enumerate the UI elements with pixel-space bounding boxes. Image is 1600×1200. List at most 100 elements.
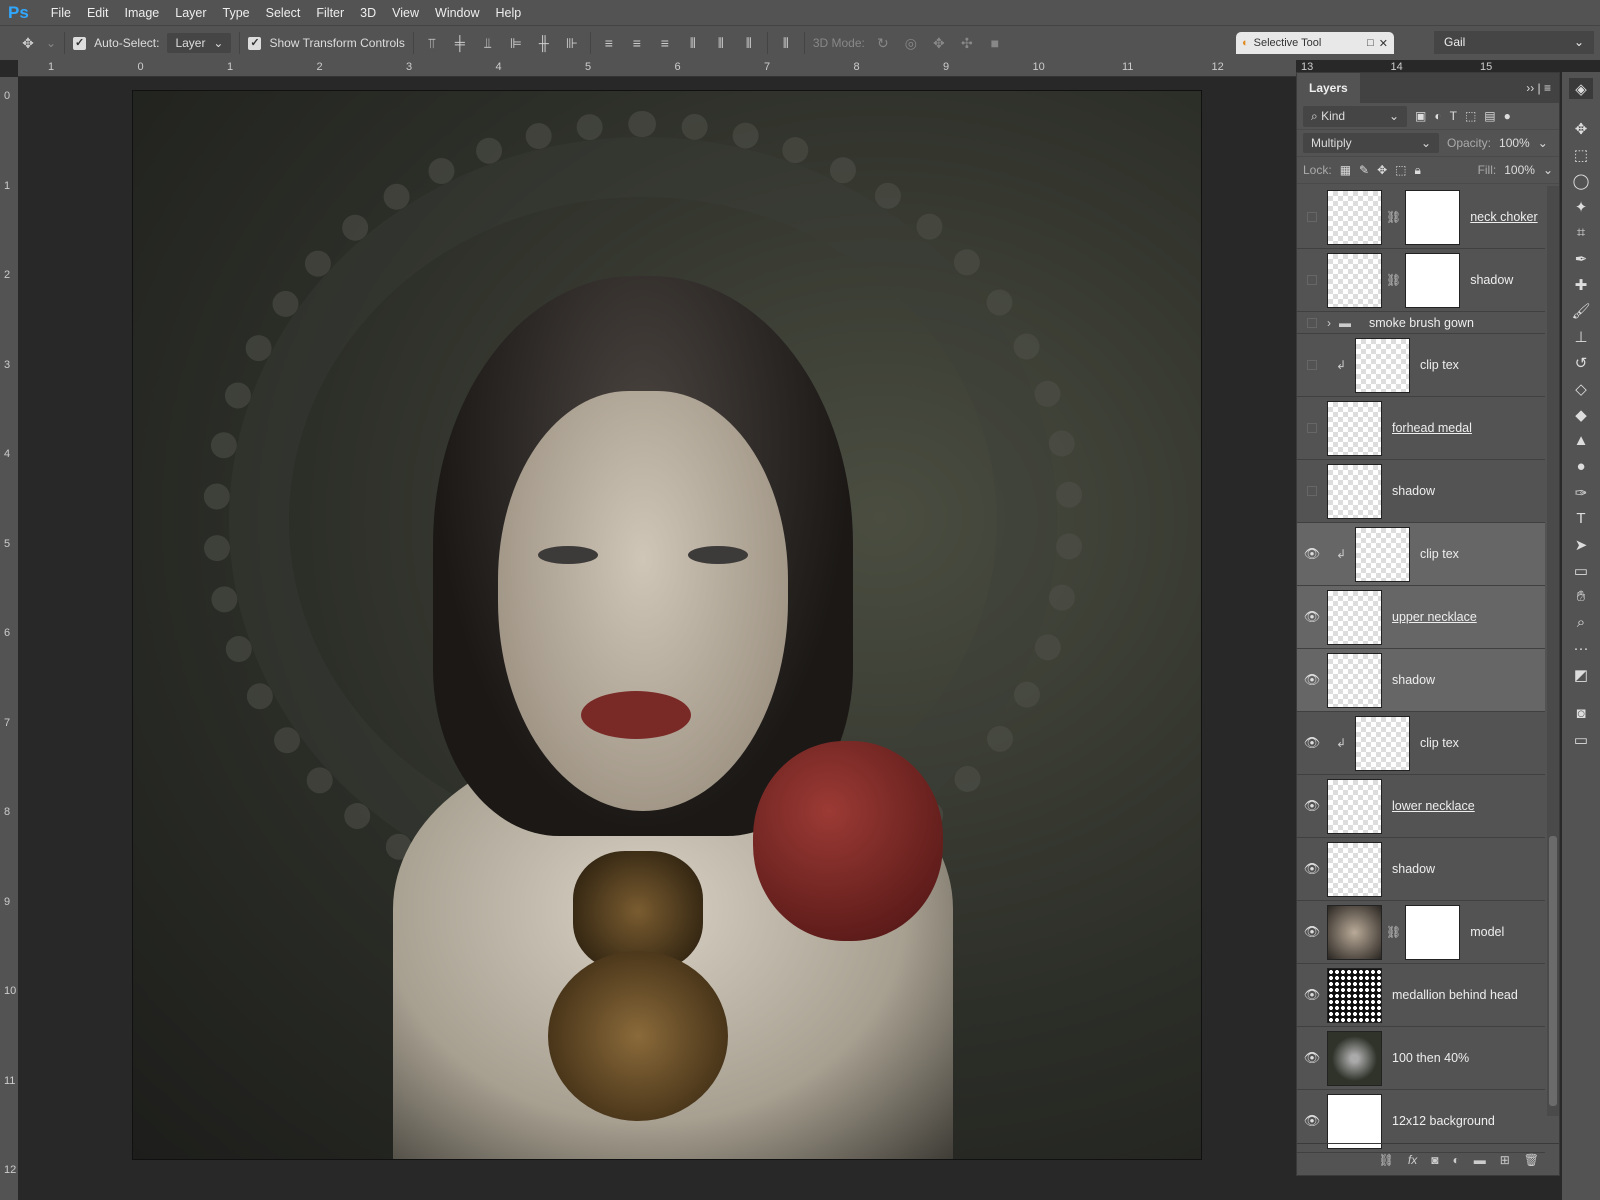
3d-rotate-icon[interactable]: ↻ bbox=[873, 35, 893, 52]
dodge-tool-icon[interactable]: ● bbox=[1576, 458, 1585, 479]
fill-field[interactable]: 100% bbox=[1504, 163, 1535, 177]
paint-bucket-icon[interactable]: ◆ bbox=[1575, 406, 1587, 427]
distribute-hcenter-icon[interactable]: ⫴ bbox=[711, 35, 731, 52]
filter-shape-icon[interactable]: ⬚ bbox=[1465, 109, 1476, 123]
align-left-icon[interactable]: ⊫ bbox=[506, 35, 526, 52]
visibility-eye-icon[interactable]: 👁︎ bbox=[1297, 1113, 1327, 1129]
visibility-eye-icon[interactable]: 👁︎ bbox=[1297, 987, 1327, 1003]
clone-stamp-icon[interactable]: ⊥ bbox=[1574, 328, 1587, 349]
menu-layer[interactable]: Layer bbox=[167, 6, 214, 20]
menu-window[interactable]: Window bbox=[427, 6, 487, 20]
brush-tool-icon[interactable]: 🖌︎ bbox=[1571, 302, 1590, 323]
visibility-eye-icon[interactable]: 👁︎ bbox=[1297, 546, 1327, 562]
filter-toggle[interactable]: ● bbox=[1504, 109, 1511, 123]
menu-help[interactable]: Help bbox=[488, 6, 530, 20]
visibility-toggle[interactable] bbox=[1307, 212, 1317, 222]
3d-scale-icon[interactable]: ■ bbox=[985, 35, 1005, 51]
healing-brush-icon[interactable]: ✚ bbox=[1575, 276, 1588, 297]
rectangle-tool-icon[interactable]: ▭ bbox=[1574, 562, 1588, 583]
filter-kind-dropdown[interactable]: ⌕ Kind ⌄ bbox=[1303, 105, 1407, 127]
menu-edit[interactable]: Edit bbox=[79, 6, 117, 20]
magic-wand-icon[interactable]: ✦ bbox=[1575, 198, 1588, 219]
layers-scrollbar[interactable] bbox=[1547, 186, 1559, 1116]
layer-row[interactable]: forhead medal bbox=[1297, 397, 1545, 460]
hand-tool-icon[interactable]: ✋︎ bbox=[1577, 588, 1586, 609]
expand-chevron-icon[interactable]: › bbox=[1327, 316, 1331, 330]
layer-mask-thumbnail[interactable] bbox=[1405, 189, 1461, 245]
visibility-eye-icon[interactable]: 👁︎ bbox=[1297, 861, 1327, 877]
screen-mode-icon[interactable]: ▭ bbox=[1574, 731, 1588, 752]
move-tool-icon[interactable]: ✥ bbox=[18, 35, 38, 52]
layer-row[interactable]: 👁︎ shadow bbox=[1297, 838, 1545, 901]
layer-row[interactable]: ⛓ neck choker bbox=[1297, 186, 1545, 249]
path-selection-icon[interactable]: ➤ bbox=[1575, 536, 1588, 557]
layer-row[interactable]: 👁︎ upper necklace bbox=[1297, 586, 1545, 649]
layer-row[interactable]: ⛓ shadow bbox=[1297, 249, 1545, 312]
crop-tool-icon[interactable]: ⌗ bbox=[1577, 224, 1585, 245]
auto-align-icon[interactable]: ⦀ bbox=[776, 35, 796, 52]
zoom-tool-icon[interactable]: ⌕ bbox=[1577, 614, 1585, 635]
layers-panel-icon[interactable]: ◈ bbox=[1569, 78, 1593, 99]
lock-all-icon[interactable]: 🔒︎ bbox=[1415, 163, 1421, 178]
new-layer-icon[interactable]: ⊞ bbox=[1500, 1153, 1510, 1167]
visibility-eye-icon[interactable]: 👁︎ bbox=[1297, 798, 1327, 814]
type-tool-icon[interactable]: T bbox=[1576, 510, 1585, 531]
menu-3d[interactable]: 3D bbox=[352, 6, 384, 20]
layer-row[interactable]: ↲ clip tex bbox=[1297, 334, 1545, 397]
visibility-eye-icon[interactable]: 👁︎ bbox=[1297, 672, 1327, 688]
lock-position-icon[interactable]: ✥ bbox=[1377, 163, 1387, 177]
align-vcenter-icon[interactable]: ╪ bbox=[450, 35, 470, 51]
layer-mask-thumbnail[interactable] bbox=[1405, 252, 1461, 308]
layers-tab[interactable]: Layers bbox=[1297, 73, 1360, 103]
3d-pan-icon[interactable]: ✥ bbox=[929, 35, 949, 52]
align-right-icon[interactable]: ⊪ bbox=[562, 35, 582, 52]
blend-mode-dropdown[interactable]: Multiply ⌄ bbox=[1303, 133, 1439, 153]
auto-select-checkbox[interactable]: ✓ bbox=[73, 36, 87, 50]
distribute-right-icon[interactable]: ⫴ bbox=[739, 35, 759, 52]
layer-row[interactable]: 👁︎ lower necklace bbox=[1297, 775, 1545, 838]
visibility-eye-icon[interactable]: 👁︎ bbox=[1297, 1050, 1327, 1066]
move-tool-icon[interactable]: ✥ bbox=[1575, 120, 1588, 141]
visibility-toggle[interactable] bbox=[1307, 317, 1317, 328]
marquee-tool-icon[interactable]: ⬚ bbox=[1574, 146, 1588, 167]
menu-image[interactable]: Image bbox=[117, 6, 168, 20]
fx-icon[interactable]: fx bbox=[1408, 1153, 1417, 1167]
more-tools-icon[interactable]: ··· bbox=[1574, 640, 1589, 661]
visibility-toggle[interactable] bbox=[1307, 423, 1317, 433]
visibility-eye-icon[interactable]: 👁︎ bbox=[1297, 735, 1327, 751]
lock-pixels-icon[interactable]: ✎ bbox=[1359, 163, 1369, 177]
panel-menu-icon[interactable]: ›› | ≡ bbox=[1526, 81, 1551, 95]
lock-artboard-icon[interactable]: ⬚ bbox=[1395, 163, 1406, 177]
layer-row[interactable]: 👁︎ ⛓ model bbox=[1297, 901, 1545, 964]
lasso-tool-icon[interactable]: ◯ bbox=[1573, 172, 1590, 193]
distribute-left-icon[interactable]: ⫴ bbox=[683, 35, 703, 52]
menu-select[interactable]: Select bbox=[258, 6, 309, 20]
add-mask-icon[interactable]: ◙ bbox=[1431, 1153, 1438, 1167]
layer-row[interactable]: › ▬ smoke brush gown bbox=[1297, 312, 1545, 334]
distribute-bottom-icon[interactable]: ≡ bbox=[655, 35, 675, 51]
visibility-eye-icon[interactable]: 👁︎ bbox=[1297, 924, 1327, 940]
opacity-field[interactable]: 100% bbox=[1499, 136, 1530, 150]
maximize-icon[interactable]: □ bbox=[1367, 37, 1374, 49]
link-layers-icon[interactable]: ⛓ bbox=[1379, 1153, 1394, 1167]
blur-tool-icon[interactable]: ▲ bbox=[1574, 432, 1589, 453]
document-canvas[interactable] bbox=[132, 90, 1202, 1160]
quick-mask-icon[interactable]: ◙ bbox=[1576, 705, 1585, 726]
workspace-dropdown[interactable]: Gail ⌄ bbox=[1434, 31, 1594, 54]
layer-row[interactable]: 👁︎ ↲ clip tex bbox=[1297, 712, 1545, 775]
visibility-toggle[interactable] bbox=[1307, 486, 1317, 496]
filter-adjustment-icon[interactable]: ◐ bbox=[1434, 109, 1441, 123]
layer-row[interactable]: 👁︎ medallion behind head bbox=[1297, 964, 1545, 1027]
visibility-toggle[interactable] bbox=[1307, 275, 1317, 285]
menu-file[interactable]: File bbox=[43, 6, 79, 20]
align-top-icon[interactable]: ⫪ bbox=[422, 35, 442, 52]
filter-type-icon[interactable]: T bbox=[1450, 109, 1457, 123]
filter-pixel-icon[interactable]: ▣ bbox=[1415, 109, 1426, 123]
menu-view[interactable]: View bbox=[384, 6, 427, 20]
lock-transparent-icon[interactable]: ▦ bbox=[1340, 163, 1351, 177]
align-bottom-icon[interactable]: ⫫ bbox=[478, 35, 498, 52]
layer-row[interactable]: 👁︎ shadow bbox=[1297, 649, 1545, 712]
adjustment-layer-icon[interactable]: ◐ bbox=[1452, 1153, 1459, 1167]
visibility-toggle[interactable] bbox=[1307, 360, 1317, 370]
menu-type[interactable]: Type bbox=[215, 6, 258, 20]
